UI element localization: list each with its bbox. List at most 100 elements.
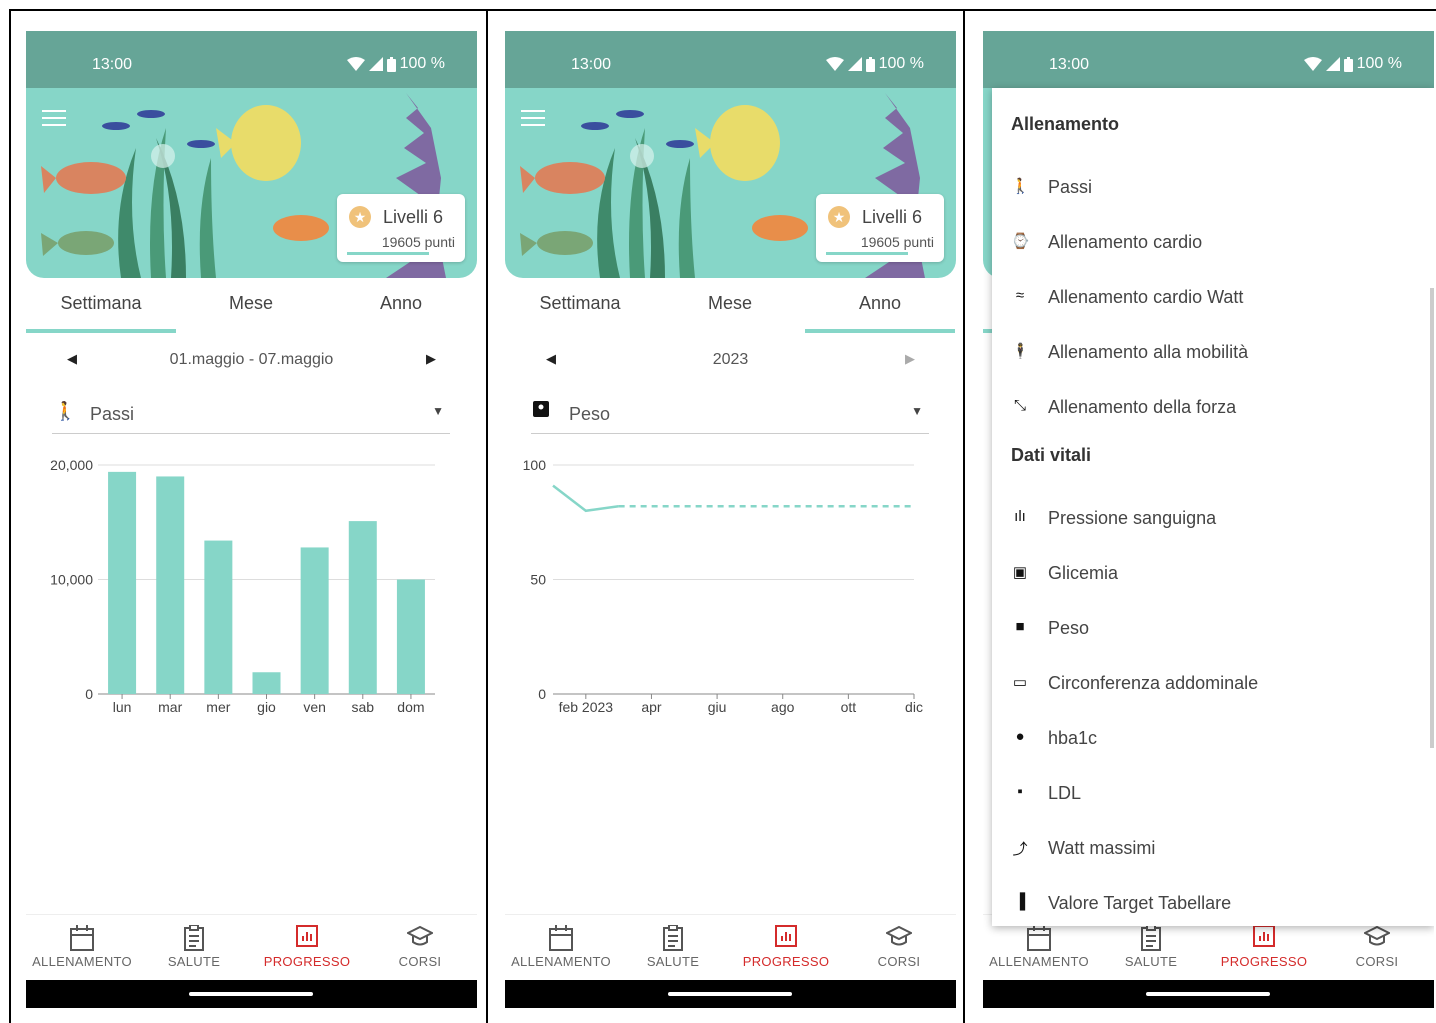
dropdown-icon: ▼ [911, 404, 923, 418]
next-arrow-icon[interactable]: ▶ [905, 351, 915, 367]
menu-item[interactable]: ⌚ Allenamento cardio [992, 222, 1434, 262]
level-card[interactable]: ★ Livelli 6 19605 punti [816, 194, 944, 262]
nav-courses[interactable]: CORSI [843, 925, 955, 969]
y-tick-label: 0 [538, 686, 546, 702]
level-label: Livelli 6 [862, 207, 923, 227]
menu-item[interactable]: ■ Peso [992, 608, 1434, 648]
menu-item[interactable]: ⤴ Watt massimi [992, 828, 1434, 868]
y-tick-label: 0 [85, 686, 93, 702]
tab-week[interactable]: Settimana [505, 293, 655, 314]
menu-item[interactable]: ⤡ Allenamento della forza [992, 387, 1434, 427]
x-tick-label: dom [397, 699, 424, 715]
menu-item[interactable]: ▭ Circonferenza addominale [992, 663, 1434, 703]
tab-year[interactable]: Anno [326, 293, 476, 314]
aquarium-banner: ★ Livelli 6 19605 punti [505, 88, 956, 278]
clipboard-icon [184, 925, 204, 951]
signal-icon [1325, 57, 1340, 71]
scale-icon: ■ [1015, 618, 1025, 635]
x-tick-label: feb 2023 [559, 699, 614, 715]
series-line-solid [552, 484, 619, 513]
nav-progress[interactable]: PROGRESSO [1208, 925, 1320, 969]
nav-health-label: SALUTE [167, 954, 221, 969]
menu-icon[interactable] [521, 110, 545, 126]
tab-year[interactable]: Anno [805, 293, 955, 314]
nav-training[interactable]: ALLENAMENTO [26, 925, 138, 969]
metric-select[interactable]: 🚶 Passi ▼ [52, 391, 450, 434]
nav-progress[interactable]: PROGRESSO [730, 925, 842, 969]
menu-item[interactable]: ▪ LDL [992, 773, 1434, 813]
metric-select-value: Peso [569, 404, 611, 424]
battery-label: 100 % [1356, 55, 1402, 72]
level-points: 19605 punti [381, 234, 455, 250]
nav-courses[interactable]: CORSI [364, 925, 476, 969]
date-navigator: 01.maggio - 07.maggio ◀ ▶ [26, 346, 477, 376]
status-bar: 13:00 100 % [983, 31, 1434, 88]
phone-week-steps: 13:00 100 % ★ Livelli 6 19605 punti Sett… [26, 31, 477, 1008]
graduation-cap-icon [407, 925, 433, 946]
bar [396, 579, 425, 694]
prev-arrow-icon[interactable]: ◀ [67, 351, 77, 367]
graduation-cap-icon [1364, 925, 1390, 946]
menu-item[interactable]: 🚶 Passi [992, 167, 1434, 207]
x-tick-label: ago [771, 699, 795, 715]
menu-item[interactable]: ≈ Allenamento cardio Watt [992, 277, 1434, 317]
nav-training[interactable]: ALLENAMENTO [505, 925, 617, 969]
nav-progress[interactable]: PROGRESSO [251, 925, 363, 969]
aquarium-banner: ★ Livelli 6 19605 punti [26, 88, 477, 278]
menu-item[interactable]: ılı Pressione sanguigna [992, 498, 1434, 538]
gesture-bar [983, 980, 1434, 1008]
bottom-nav: ALLENAMENTO SALUTE PROGRESSO CORSI [26, 914, 477, 981]
next-arrow-icon[interactable]: ▶ [426, 351, 436, 367]
nav-training-label: ALLENAMENTO [511, 954, 611, 969]
level-points: 19605 punti [860, 234, 934, 250]
clipboard-icon [1141, 925, 1161, 951]
bar [204, 540, 233, 694]
menu-icon[interactable] [42, 110, 66, 126]
x-tick-label: dic [905, 699, 923, 715]
chart-icon [1253, 925, 1275, 947]
nav-progress-label: PROGRESSO [742, 954, 830, 969]
level-label: Livelli 6 [383, 207, 444, 227]
level-card[interactable]: ★ Livelli 6 19605 punti [337, 194, 465, 262]
status-bar: 13:00 100 % [26, 31, 477, 88]
nav-training-label: ALLENAMENTO [32, 954, 132, 969]
bar-target-icon: ▐ [1014, 893, 1026, 910]
x-tick-label: lun [113, 699, 132, 715]
level-progress-bar [347, 252, 429, 255]
nav-progress-label: PROGRESSO [263, 954, 351, 969]
level-progress-bar [826, 252, 908, 255]
status-bar: 13:00 100 % [505, 31, 956, 88]
x-tick-label: apr [641, 699, 662, 715]
tab-month[interactable]: Mese [655, 293, 805, 314]
menu-item[interactable]: 🕴 Allenamento alla mobilità [992, 332, 1434, 372]
nav-courses[interactable]: CORSI [1321, 925, 1433, 969]
menu-item[interactable]: ● hba1c [992, 718, 1434, 758]
tab-week[interactable]: Settimana [26, 293, 176, 314]
x-tick-label: mar [158, 699, 182, 715]
menu-item-label: Allenamento della forza [1048, 397, 1237, 417]
menu-item-label: Circonferenza addominale [1048, 673, 1259, 693]
gesture-bar [505, 980, 956, 1008]
x-tick-label: giu [708, 699, 727, 715]
menu-item-label: LDL [1048, 783, 1082, 803]
phone-year-weight: 13:00 100 % ★ Livelli 6 19605 punti Sett… [505, 31, 956, 1008]
nav-health[interactable]: SALUTE [138, 925, 250, 969]
y-tick-label: 20,000 [50, 457, 93, 473]
prev-arrow-icon[interactable]: ◀ [546, 351, 556, 367]
nav-health[interactable]: SALUTE [1095, 925, 1207, 969]
metric-select[interactable]: Peso ▼ [531, 391, 929, 434]
menu-scrollbar[interactable] [1430, 288, 1434, 748]
tab-month[interactable]: Mese [176, 293, 326, 314]
menu-item[interactable]: ▣ Glicemia [992, 553, 1434, 593]
menu-item-label: Allenamento cardio [1048, 232, 1203, 252]
battery-icon [1343, 56, 1353, 72]
signal-icon [847, 57, 862, 71]
tape-icon: ▭ [1012, 674, 1028, 691]
bar [300, 547, 329, 694]
menu-item[interactable]: ▐ Valore Target Tabellare [992, 883, 1434, 923]
status-time: 13:00 [571, 56, 612, 73]
nav-training[interactable]: ALLENAMENTO [983, 925, 1095, 969]
nav-health[interactable]: SALUTE [617, 925, 729, 969]
x-tick-label: ven [303, 699, 326, 715]
bar [156, 476, 185, 694]
